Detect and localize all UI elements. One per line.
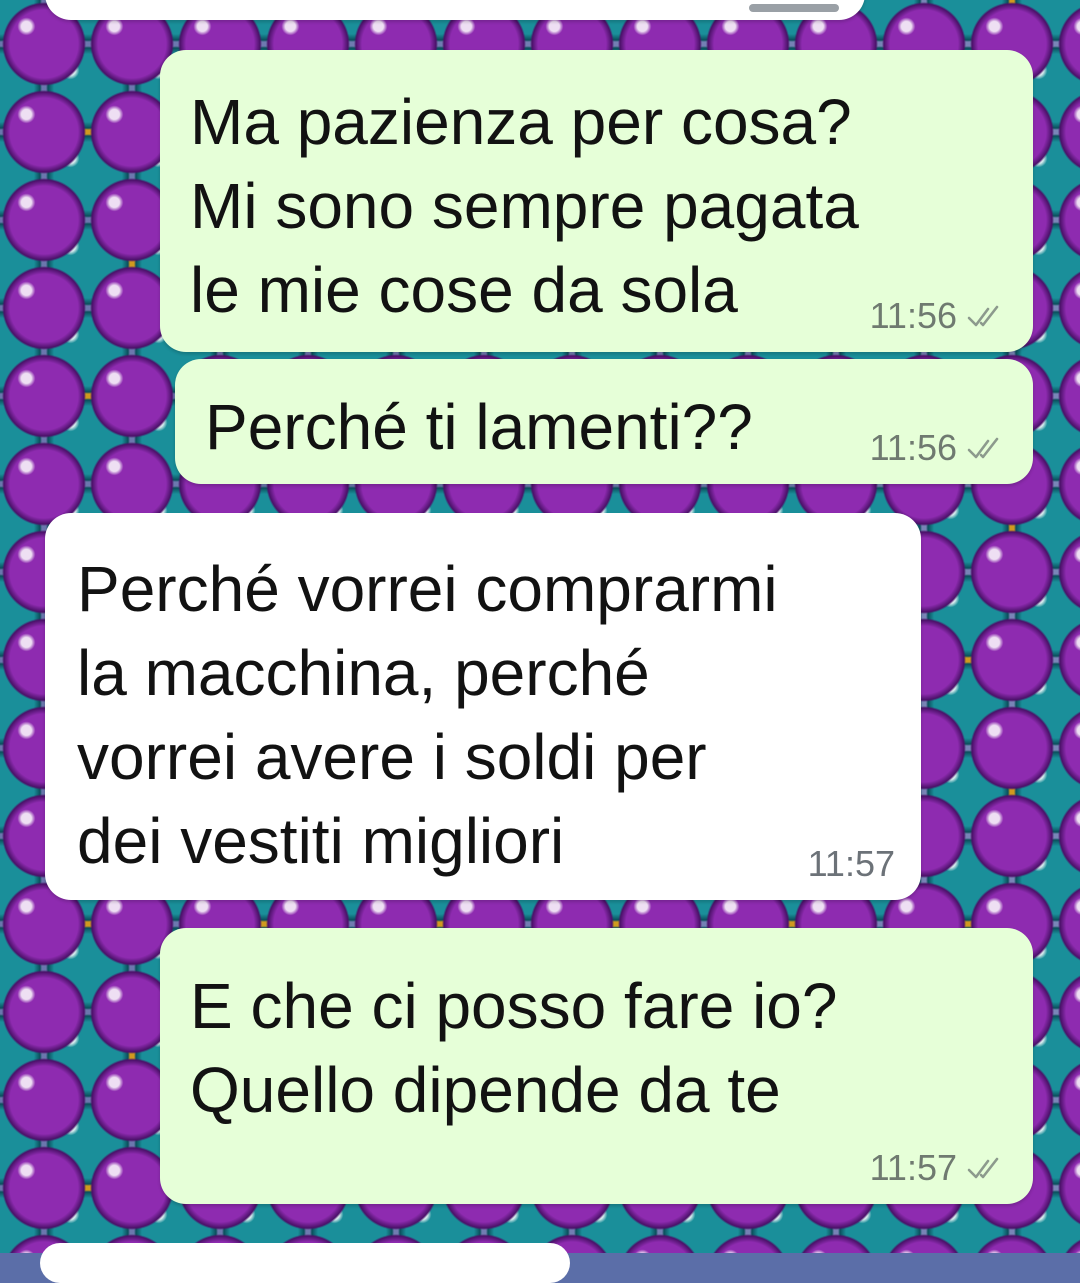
previous-message-bubble[interactable] — [45, 0, 865, 20]
message-time: 11:57 — [807, 843, 895, 884]
truncated-content — [749, 4, 839, 12]
message-meta: 11:57 — [808, 844, 895, 884]
double-check-icon — [967, 437, 999, 459]
message-time: 11:57 — [869, 1147, 957, 1188]
message-meta: 11:57 — [870, 1148, 1007, 1188]
message-bubble-outgoing[interactable]: Perché ti lamenti?? 11:56 — [175, 359, 1033, 484]
message-text: Perché vorrei comprarmi la macchina, per… — [77, 553, 778, 877]
double-check-icon — [967, 305, 999, 327]
message-meta: 11:56 — [870, 296, 1007, 336]
message-meta: 11:56 — [870, 428, 1007, 468]
message-time: 11:56 — [869, 427, 957, 468]
message-bubble-outgoing[interactable]: Ma pazienza per cosa? Mi sono sempre pag… — [160, 50, 1033, 352]
message-time: 11:56 — [869, 295, 957, 336]
message-bubble-incoming[interactable]: Perché vorrei comprarmi la macchina, per… — [45, 513, 921, 900]
message-text: E che ci posso fare io? Quello dipende d… — [190, 970, 838, 1126]
double-check-icon — [967, 1157, 999, 1179]
next-message-bubble[interactable] — [40, 1243, 570, 1283]
message-bubble-outgoing[interactable]: E che ci posso fare io? Quello dipende d… — [160, 928, 1033, 1204]
chat-message-list[interactable]: Ma pazienza per cosa? Mi sono sempre pag… — [0, 0, 1080, 1283]
